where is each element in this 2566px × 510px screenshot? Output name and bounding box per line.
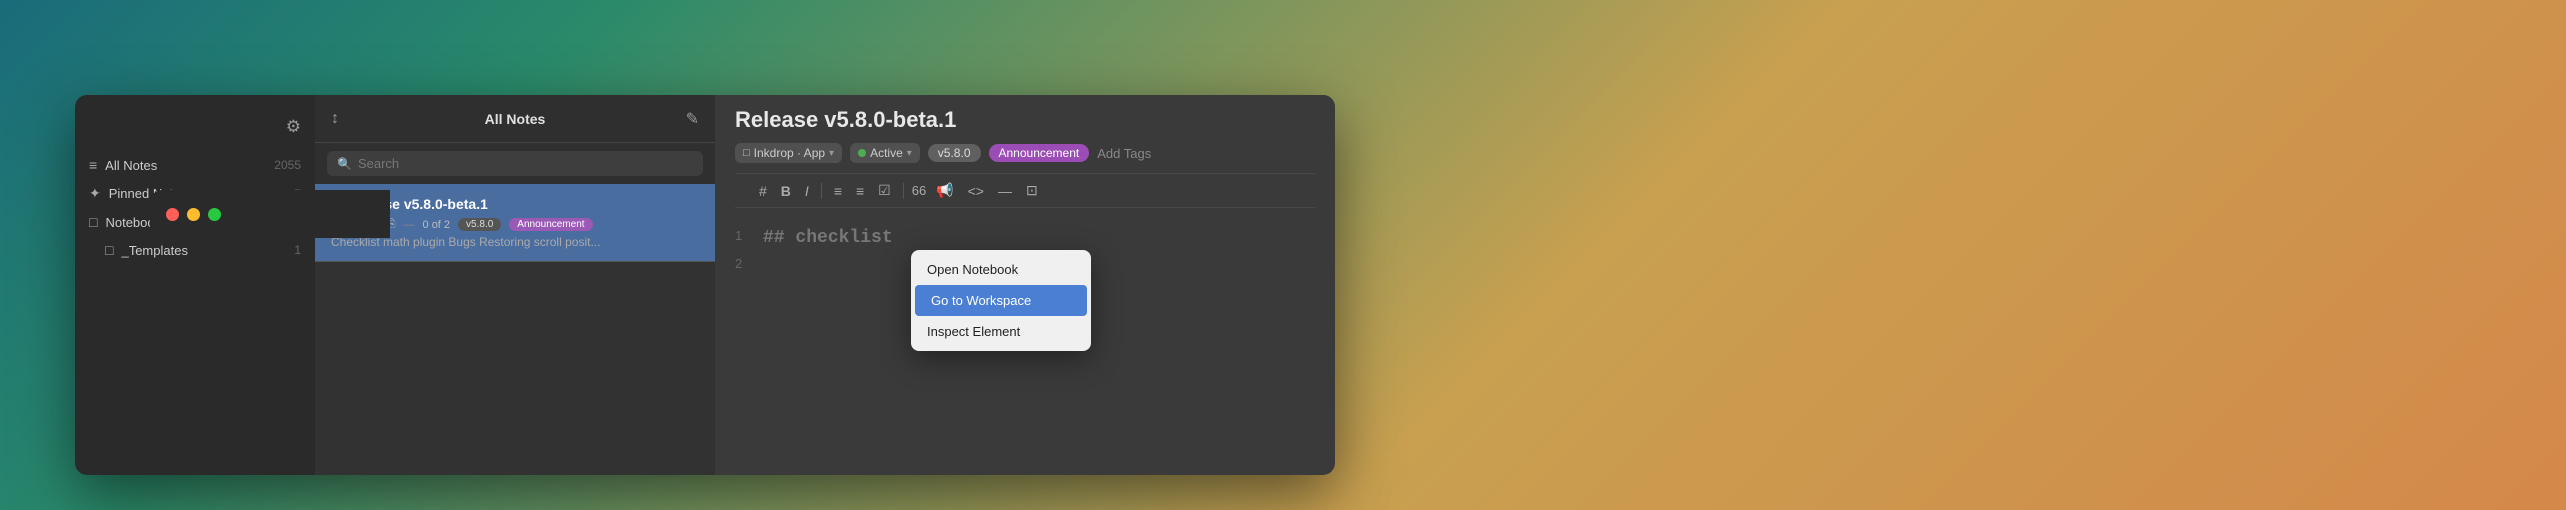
close-button[interactable]	[166, 208, 179, 221]
templates-count: 1	[294, 243, 301, 257]
editor-header: Release v5.8.0-beta.1 □ Inkdrop · App ▾ …	[715, 95, 1335, 216]
minimize-button[interactable]	[187, 208, 200, 221]
note-tag-badge: Announcement	[509, 218, 592, 231]
editor-meta-row: □ Inkdrop · App ▾ Active ▾ v5.8.0 Announ…	[735, 143, 1315, 163]
search-bar: 🔍	[315, 143, 715, 184]
search-wrapper: 🔍	[327, 151, 703, 176]
bold-icon[interactable]: B	[777, 181, 795, 201]
sidebar: ⚙ ≡ All Notes 2055 ✦ Pinned Notes 7 □ No…	[75, 95, 315, 475]
compose-icon[interactable]: ✎	[686, 109, 699, 129]
editor-title: Release v5.8.0-beta.1	[735, 107, 1315, 133]
image-icon[interactable]: ⊡	[1022, 180, 1042, 201]
line-number: 1	[735, 228, 751, 248]
editor-line-1: 1 ## checklist	[735, 228, 1315, 248]
note-version-badge: v5.8.0	[458, 218, 501, 231]
context-dropdown-menu: Open Notebook Go to Workspace Inspect El…	[911, 250, 1091, 351]
sidebar-item-all-notes[interactable]: ≡ All Notes 2055	[75, 151, 315, 179]
line-text[interactable]: ## checklist	[763, 228, 893, 248]
pinned-notes-icon: ✦	[89, 185, 101, 202]
checklist-icon[interactable]: ☑	[874, 180, 895, 201]
app-window: ⚙ ≡ All Notes 2055 ✦ Pinned Notes 7 □ No…	[75, 95, 1335, 475]
notebook-name: Inkdrop · App	[754, 146, 825, 160]
templates-icon: □	[105, 242, 113, 258]
sidebar-item-label: _Templates	[121, 243, 294, 258]
dropdown-item-inspect-element[interactable]: Inspect Element	[911, 316, 1091, 347]
ordered-list-icon[interactable]: ≡	[852, 181, 868, 201]
announcement-tag: Announcement	[989, 144, 1090, 162]
maximize-button[interactable]	[208, 208, 221, 221]
settings-icon[interactable]: ⚙	[286, 117, 301, 137]
code-icon[interactable]: <>	[964, 181, 988, 201]
add-tags-button[interactable]: Add Tags	[1097, 146, 1151, 161]
sort-icon[interactable]: ↕	[331, 110, 339, 128]
search-icon: 🔍	[337, 157, 352, 171]
toolbar-divider-2	[903, 183, 904, 199]
search-input[interactable]	[358, 156, 693, 171]
all-notes-icon: ≡	[89, 157, 97, 173]
speaker-icon[interactable]: 📢	[932, 180, 957, 201]
chevron-down-icon: ▾	[907, 148, 912, 159]
chevron-down-icon: ▾	[829, 148, 834, 159]
dropdown-item-open-notebook[interactable]: Open Notebook	[911, 254, 1091, 285]
dropdown-item-go-to-workspace[interactable]: Go to Workspace	[915, 285, 1087, 316]
status-dot	[858, 149, 866, 157]
window-title-bar	[150, 190, 390, 238]
italic-icon[interactable]: I	[801, 181, 813, 201]
word-count: 66	[912, 183, 926, 198]
divider-icon[interactable]: —	[994, 181, 1016, 201]
notebook-badge[interactable]: □ Inkdrop · App ▾	[735, 143, 842, 163]
status-label: Active	[870, 146, 903, 160]
note-list-header: ↕ All Notes ✎	[315, 95, 715, 143]
sidebar-item-label: All Notes	[105, 158, 274, 173]
note-list-panel: ↕ All Notes ✎ 🔍 Release v5.8.0-beta.1 3 …	[315, 95, 715, 475]
editor-toolbar: # B I ≡ ≡ ☑ 66 📢 <> — ⊡	[735, 173, 1315, 208]
notebooks-icon: □	[89, 214, 97, 230]
notebook-icon: □	[743, 147, 750, 159]
heading-icon[interactable]: #	[755, 181, 771, 201]
line-number-2: 2	[735, 256, 751, 271]
sidebar-item-templates[interactable]: □ _Templates 1	[75, 236, 315, 264]
status-badge[interactable]: Active ▾	[850, 143, 920, 163]
window-inner: ⚙ ≡ All Notes 2055 ✦ Pinned Notes 7 □ No…	[75, 95, 1335, 475]
note-progress: 0 of 2	[423, 219, 451, 231]
all-notes-count: 2055	[274, 158, 301, 172]
unordered-list-icon[interactable]: ≡	[830, 181, 846, 201]
note-list-title: All Notes	[485, 111, 546, 127]
version-tag: v5.8.0	[928, 144, 981, 162]
toolbar-divider	[821, 183, 822, 199]
